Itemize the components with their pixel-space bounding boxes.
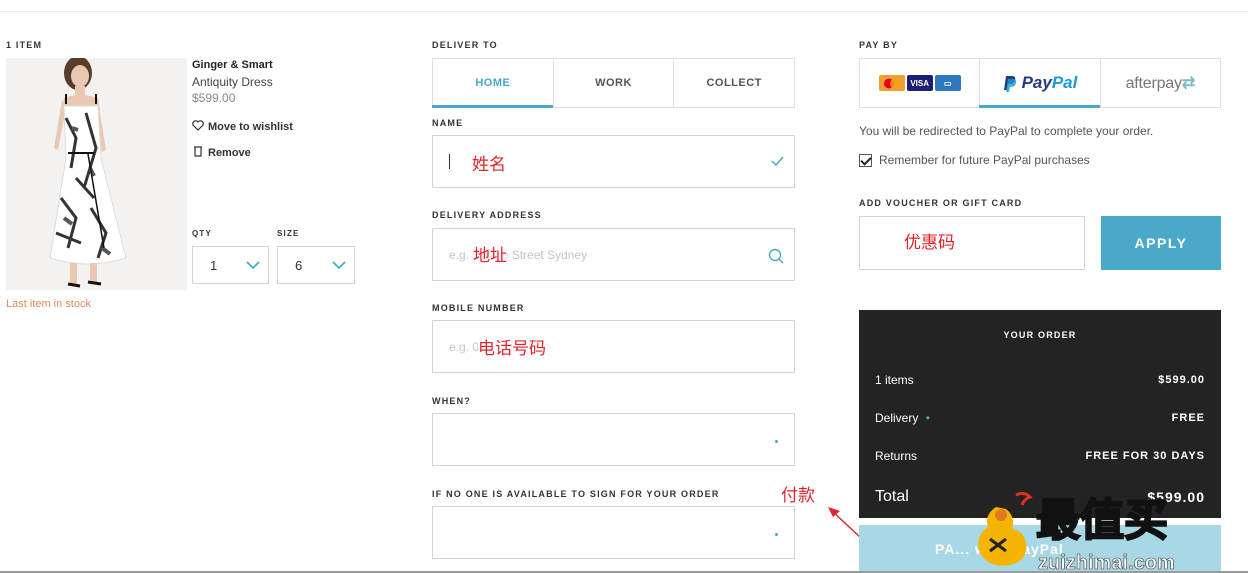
address-annotation: 地址 bbox=[473, 241, 507, 266]
heart-icon bbox=[192, 120, 204, 134]
order-row-items: 1 items $599.00 bbox=[875, 373, 1205, 387]
tab-home[interactable]: HOME bbox=[432, 59, 554, 108]
mastercard-icon bbox=[878, 75, 905, 91]
pay-annotation: 付款 bbox=[781, 486, 815, 506]
watermark-logo: 最值买 zuizhimai.com bbox=[966, 487, 1248, 573]
qty-label: QTY bbox=[192, 229, 213, 238]
top-divider bbox=[0, 11, 1248, 12]
apply-button[interactable]: APPLY bbox=[1101, 216, 1221, 270]
paypal-logo: PayPal bbox=[1003, 73, 1077, 93]
returns-value: FREE FOR 30 DAYS bbox=[1085, 450, 1205, 462]
remove-link[interactable]: Remove bbox=[192, 145, 251, 160]
items-label: 1 items bbox=[875, 373, 914, 387]
product-brand[interactable]: Ginger & Smart bbox=[192, 59, 273, 71]
tab-cards[interactable]: VISA ▭ bbox=[860, 59, 981, 107]
order-title: YOUR ORDER bbox=[1003, 330, 1077, 340]
move-to-wishlist-link[interactable]: Move to wishlist bbox=[192, 120, 293, 134]
voucher-input[interactable]: 优惠码 bbox=[859, 216, 1085, 270]
tab-work[interactable]: WORK bbox=[554, 59, 675, 107]
tab-paypal[interactable]: PayPal bbox=[979, 59, 1101, 108]
dropdown-indicator-icon bbox=[775, 440, 778, 443]
voucher-annotation: 优惠码 bbox=[904, 233, 955, 253]
visa-icon: VISA bbox=[906, 75, 933, 91]
mobile-annotation: 电话号码 bbox=[478, 334, 546, 359]
deliver-to-heading: DELIVER TO bbox=[432, 40, 498, 50]
order-row-returns: Returns FREE FOR 30 DAYS bbox=[875, 449, 1205, 463]
chevron-down-icon bbox=[246, 261, 260, 270]
product-price: $599.00 bbox=[192, 91, 236, 105]
order-row-delivery: Delivery • FREE bbox=[875, 411, 1205, 425]
paypal-icon bbox=[1003, 75, 1016, 92]
returns-label: Returns bbox=[875, 449, 918, 463]
stock-note: Last item in stock bbox=[6, 298, 91, 310]
when-label: WHEN? bbox=[432, 396, 471, 406]
size-select[interactable]: 6 bbox=[277, 246, 355, 284]
product-name[interactable]: Antiquity Dress bbox=[192, 75, 273, 89]
total-label: Total bbox=[875, 488, 909, 505]
size-value: 6 bbox=[295, 258, 303, 273]
delivery-value: FREE bbox=[1171, 412, 1205, 424]
remove-label: Remove bbox=[208, 146, 251, 159]
delivery-tabs: HOME WORK COLLECT bbox=[432, 58, 795, 108]
arrow-icon bbox=[828, 507, 861, 538]
mobile-field[interactable]: e.g. 0 电话号码 bbox=[432, 320, 795, 373]
qty-select[interactable]: 1 bbox=[192, 246, 269, 284]
address-field[interactable]: e.g. 2 Main Street Sydney 地址 bbox=[432, 228, 795, 281]
delivery-label: Delivery • bbox=[875, 411, 930, 425]
trash-icon bbox=[192, 145, 204, 160]
cart-heading: 1 ITEM bbox=[6, 40, 43, 50]
address-label: DELIVERY ADDRESS bbox=[432, 210, 542, 220]
qty-value: 1 bbox=[210, 258, 218, 273]
svg-text:最值买: 最值买 bbox=[1036, 495, 1168, 546]
pay-by-heading: PAY BY bbox=[859, 40, 899, 50]
remember-paypal-checkbox[interactable]: Remember for future PayPal purchases bbox=[859, 153, 1090, 167]
sign-label: IF NO ONE IS AVAILABLE TO SIGN FOR YOUR … bbox=[432, 489, 720, 499]
tab-collect[interactable]: COLLECT bbox=[674, 59, 794, 107]
name-annotation: 姓名 bbox=[472, 155, 506, 175]
chevron-down-icon bbox=[332, 261, 346, 270]
dropdown-indicator-icon bbox=[775, 533, 778, 536]
mobile-label: MOBILE NUMBER bbox=[432, 303, 525, 313]
voucher-label: ADD VOUCHER OR GIFT CARD bbox=[859, 198, 1023, 208]
payment-method-tabs: VISA ▭ PayPal afterpay⇄ bbox=[859, 58, 1221, 108]
check-icon bbox=[771, 156, 784, 166]
name-field[interactable]: 姓名 bbox=[432, 135, 795, 188]
move-to-wishlist-label: Move to wishlist bbox=[208, 121, 293, 133]
items-value: $599.00 bbox=[1158, 374, 1205, 386]
remember-label: Remember for future PayPal purchases bbox=[879, 153, 1090, 167]
amex-icon: ▭ bbox=[934, 75, 961, 91]
mobile-placeholder: e.g. 0 bbox=[449, 340, 480, 354]
checkbox-checked-icon[interactable] bbox=[859, 153, 872, 167]
credit-card-icons: VISA ▭ bbox=[878, 75, 961, 91]
address-placeholder: e.g. 2 Main Street Sydney bbox=[449, 248, 588, 262]
svg-text:zuizhimai.com: zuizhimai.com bbox=[1038, 552, 1175, 573]
text-cursor bbox=[449, 154, 450, 169]
search-icon[interactable] bbox=[768, 248, 784, 264]
sign-select[interactable] bbox=[432, 506, 795, 559]
tab-afterpay[interactable]: afterpay⇄ bbox=[1101, 59, 1220, 107]
when-select[interactable] bbox=[432, 413, 795, 466]
afterpay-logo: afterpay⇄ bbox=[1125, 75, 1196, 92]
redirect-note: You will be redirected to PayPal to comp… bbox=[859, 124, 1154, 138]
size-label: SIZE bbox=[277, 229, 300, 238]
product-image[interactable] bbox=[6, 58, 187, 290]
name-label: NAME bbox=[432, 118, 464, 128]
